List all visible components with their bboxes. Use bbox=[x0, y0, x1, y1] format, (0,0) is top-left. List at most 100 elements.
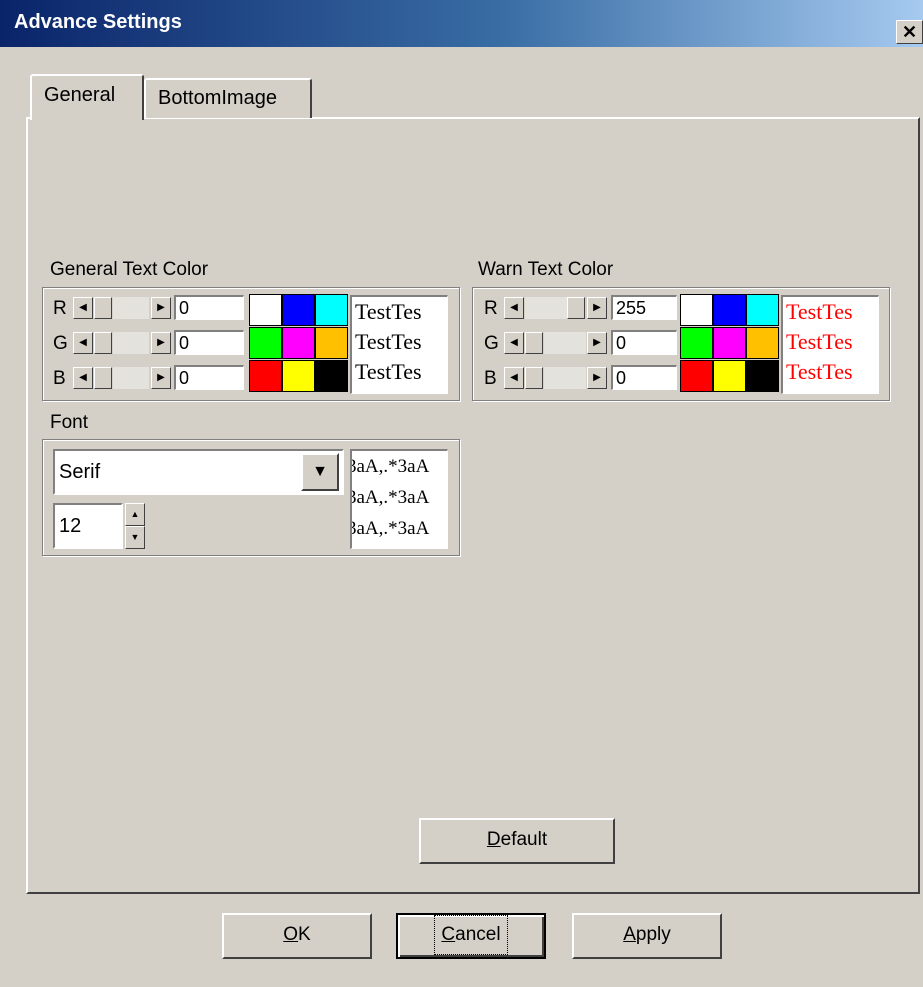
apply-button[interactable]: Apply bbox=[572, 913, 722, 959]
general-b-slider-track[interactable] bbox=[113, 367, 149, 389]
font-family-dropdown-button[interactable]: ▼ bbox=[301, 453, 339, 491]
general-text-color-title: General Text Color bbox=[50, 259, 209, 280]
arrow-right-icon: ▶ bbox=[593, 302, 601, 313]
warn-color-swatch[interactable] bbox=[680, 327, 713, 359]
warn-b-value-field[interactable]: 0 bbox=[611, 365, 677, 390]
font-preview-line: 3aA,.*3aA bbox=[350, 456, 430, 477]
general-text-preview: TestTes TestTes TestTes bbox=[350, 295, 448, 394]
warn-b-slider-track[interactable] bbox=[544, 367, 586, 389]
warn-b-increase-button[interactable]: ▶ bbox=[587, 367, 607, 389]
cancel-button-label: ancel bbox=[455, 924, 501, 945]
font-size-value: 12 bbox=[59, 515, 82, 537]
general-color-palette bbox=[249, 294, 351, 393]
general-b-decrease-button[interactable]: ◀ bbox=[73, 367, 93, 389]
general-preview-line: TestTes bbox=[355, 329, 422, 354]
font-preview-line: 3aA,.*3aA bbox=[350, 518, 430, 539]
warn-g-decrease-button[interactable]: ◀ bbox=[504, 332, 524, 354]
general-color-swatch[interactable] bbox=[249, 294, 282, 326]
cancel-button[interactable]: Cancel bbox=[396, 913, 546, 959]
arrow-left-icon: ◀ bbox=[79, 337, 87, 348]
general-g-increase-button[interactable]: ▶ bbox=[151, 332, 171, 354]
warn-g-slider-thumb[interactable] bbox=[525, 332, 543, 354]
default-button-label: efault bbox=[500, 829, 548, 850]
general-g-slider-thumb[interactable] bbox=[94, 332, 112, 354]
general-r-slider-thumb[interactable] bbox=[94, 297, 112, 319]
general-r-decrease-button[interactable]: ◀ bbox=[73, 297, 93, 319]
general-color-swatch[interactable] bbox=[249, 327, 282, 359]
warn-r-slider-thumb[interactable] bbox=[567, 297, 585, 319]
warn-preview-line: TestTes bbox=[786, 329, 853, 354]
arrow-left-icon: ◀ bbox=[79, 372, 87, 383]
general-color-swatch[interactable] bbox=[282, 360, 315, 392]
warn-b-decrease-button[interactable]: ◀ bbox=[504, 367, 524, 389]
tab-bottomimage-label: BottomImage bbox=[158, 87, 277, 109]
arrow-left-icon: ◀ bbox=[510, 302, 518, 313]
general-color-swatch[interactable] bbox=[315, 327, 348, 359]
warn-r-increase-button[interactable]: ▶ bbox=[587, 297, 607, 319]
arrow-left-icon: ◀ bbox=[510, 337, 518, 348]
general-color-swatch[interactable] bbox=[249, 360, 282, 392]
warn-g-value-field[interactable]: 0 bbox=[611, 330, 677, 355]
general-color-swatch[interactable] bbox=[282, 294, 315, 326]
general-g-decrease-button[interactable]: ◀ bbox=[73, 332, 93, 354]
close-button[interactable]: ✕ bbox=[896, 20, 923, 44]
general-b-slider-thumb[interactable] bbox=[94, 367, 112, 389]
font-family-selected: Serif bbox=[59, 461, 101, 483]
warn-color-palette bbox=[680, 294, 782, 393]
warn-g-label: G bbox=[484, 333, 499, 354]
cancel-button-mnemonic: C bbox=[441, 924, 456, 945]
warn-preview-line: TestTes bbox=[786, 359, 853, 384]
general-g-value-field[interactable]: 0 bbox=[174, 330, 244, 355]
general-g-slider-track[interactable] bbox=[113, 332, 149, 354]
warn-color-swatch[interactable] bbox=[713, 360, 746, 392]
general-r-value-field[interactable]: 0 bbox=[174, 295, 244, 320]
warn-text-color-title: Warn Text Color bbox=[478, 259, 614, 280]
warn-preview-line: TestTes bbox=[786, 299, 853, 324]
ok-button-label: K bbox=[298, 924, 311, 945]
chevron-down-icon: ▼ bbox=[312, 463, 328, 480]
warn-g-increase-button[interactable]: ▶ bbox=[587, 332, 607, 354]
tab-general[interactable]: General bbox=[30, 74, 144, 120]
font-preview-line: 3aA,.*3aA bbox=[350, 487, 430, 508]
tab-general-label: General bbox=[44, 84, 116, 106]
warn-color-swatch[interactable] bbox=[746, 294, 779, 326]
warn-color-swatch[interactable] bbox=[713, 294, 746, 326]
title-bar[interactable]: Advance Settings bbox=[0, 0, 923, 47]
font-title: Font bbox=[50, 412, 89, 433]
warn-r-value-field[interactable]: 255 bbox=[611, 295, 677, 320]
warn-color-swatch[interactable] bbox=[680, 294, 713, 326]
arrow-up-icon: ▲ bbox=[130, 509, 140, 519]
close-icon: ✕ bbox=[901, 22, 918, 42]
warn-color-swatch[interactable] bbox=[680, 360, 713, 392]
general-color-swatch[interactable] bbox=[315, 294, 348, 326]
arrow-right-icon: ▶ bbox=[157, 372, 165, 383]
ok-button-mnemonic: O bbox=[283, 924, 299, 945]
warn-r-decrease-button[interactable]: ◀ bbox=[504, 297, 524, 319]
general-preview-line: TestTes bbox=[355, 359, 422, 384]
warn-b-slider-thumb[interactable] bbox=[525, 367, 543, 389]
general-b-value-field[interactable]: 0 bbox=[174, 365, 244, 390]
warn-color-swatch[interactable] bbox=[746, 327, 779, 359]
warn-color-swatch[interactable] bbox=[713, 327, 746, 359]
warn-color-swatch[interactable] bbox=[746, 360, 779, 392]
warn-g-slider-track[interactable] bbox=[544, 332, 586, 354]
apply-button-label: pply bbox=[635, 924, 671, 945]
general-r-slider-track[interactable] bbox=[113, 297, 149, 319]
font-family-select[interactable]: Serif ▼ bbox=[53, 449, 344, 495]
font-size-up-button[interactable]: ▲ bbox=[125, 503, 145, 526]
tab-bottomimage[interactable]: BottomImage bbox=[144, 78, 312, 118]
apply-button-mnemonic: A bbox=[623, 924, 636, 945]
font-size-field[interactable]: 12 bbox=[53, 503, 123, 549]
general-preview-line: TestTes bbox=[355, 299, 422, 324]
general-color-swatch[interactable] bbox=[282, 327, 315, 359]
warn-r-slider-track[interactable] bbox=[525, 297, 567, 319]
general-r-increase-button[interactable]: ▶ bbox=[151, 297, 171, 319]
general-r-label: R bbox=[53, 298, 67, 319]
ok-button[interactable]: OK bbox=[222, 913, 372, 959]
general-color-swatch[interactable] bbox=[315, 360, 348, 392]
general-b-increase-button[interactable]: ▶ bbox=[151, 367, 171, 389]
warn-b-label: B bbox=[484, 368, 497, 389]
general-b-label: B bbox=[53, 368, 66, 389]
default-button[interactable]: Default bbox=[419, 818, 615, 864]
font-size-down-button[interactable]: ▼ bbox=[125, 526, 145, 549]
